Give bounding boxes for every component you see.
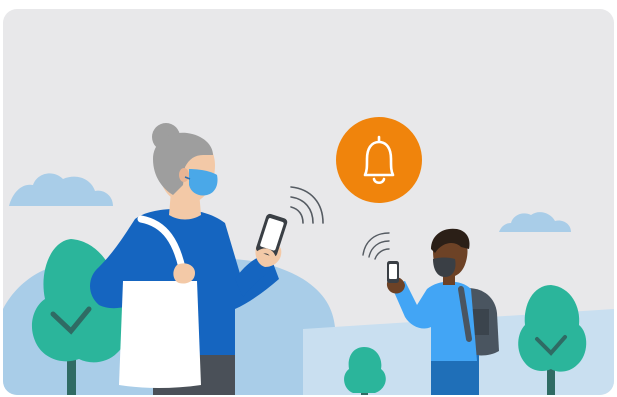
notification-badge: [336, 117, 422, 203]
smartphone-icon-man: [387, 261, 399, 283]
wireless-signal-icon-small: [362, 232, 390, 260]
wireless-signal-icon: [290, 186, 324, 224]
illustration-card: [3, 9, 614, 395]
cloud-left: [9, 173, 113, 206]
cloud-right: [499, 212, 571, 232]
tote-bag: [119, 281, 201, 388]
contact-notification-illustration: [3, 117, 614, 395]
